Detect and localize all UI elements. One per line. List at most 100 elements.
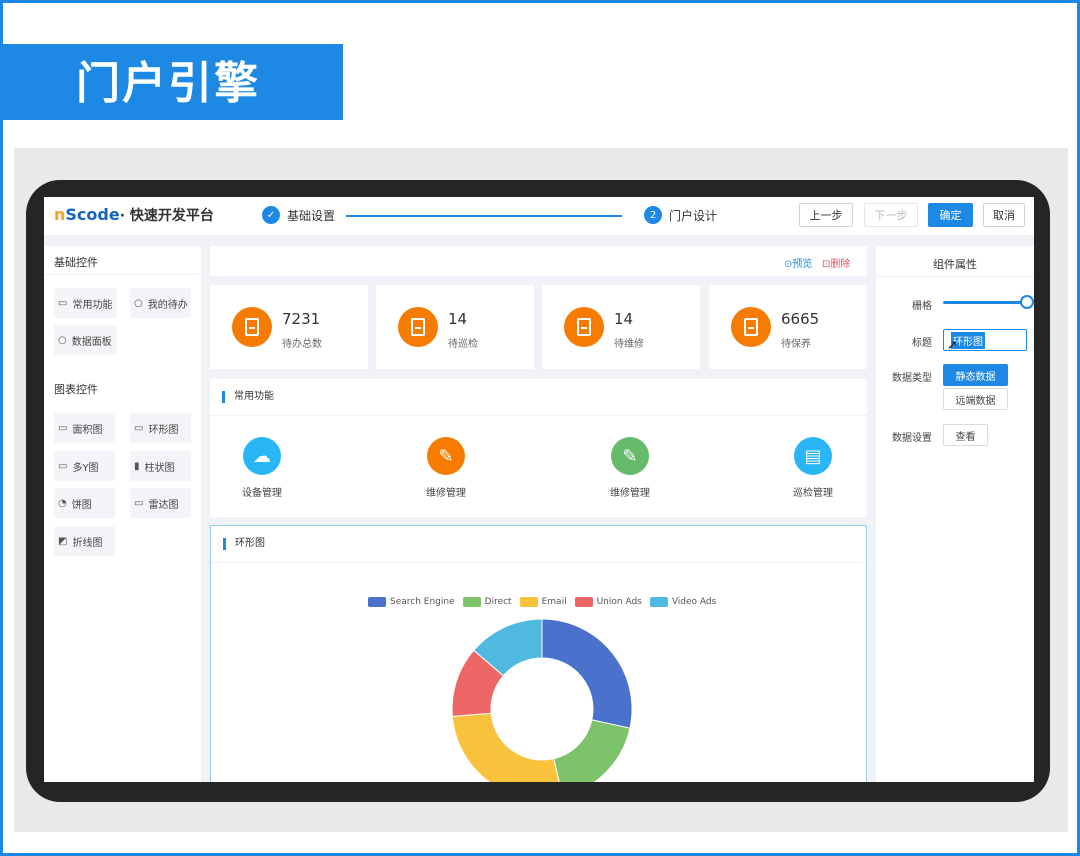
function-label: 巡检管理: [793, 488, 833, 499]
legend-swatch: [462, 597, 481, 607]
stat-card[interactable]: 6665 待保养: [709, 285, 867, 369]
control-my-todo[interactable]: ○ 我的待办: [130, 288, 191, 318]
control-label: 饼图: [71, 499, 92, 511]
pie-chart-icon: ◔: [58, 497, 67, 509]
divider: [44, 274, 201, 275]
chart-legend: Search Engine Direct Email Union Ads Video A…: [368, 597, 724, 607]
confirm-button[interactable]: 确定: [928, 203, 973, 227]
control-label: 雷达图: [148, 499, 179, 511]
circle-icon: ○: [58, 334, 67, 346]
chart-controls-title: 图表控件: [54, 383, 98, 396]
donut-chart: [451, 618, 633, 782]
function-inspection[interactable]: ▤ 巡检管理: [773, 437, 853, 499]
control-donut-chart[interactable]: ▭ 环形图: [130, 413, 191, 443]
grid-label: 栅格: [912, 301, 932, 312]
step-portal-design[interactable]: 2 门户设计: [644, 206, 717, 224]
control-common-functions[interactable]: ▭ 常用功能: [54, 288, 117, 318]
divider: [210, 415, 867, 416]
step-basic-settings[interactable]: ✓ 基础设置: [262, 206, 335, 224]
step-label: 门户设计: [669, 208, 718, 223]
monitor-icon: ▭: [58, 460, 68, 472]
banner-title: 门户引擎: [76, 58, 260, 109]
control-label: 数据面板: [71, 336, 112, 348]
next-step-button[interactable]: 下一步: [864, 203, 918, 227]
basic-controls-title: 基础控件: [54, 256, 98, 269]
app-header: nScode· 快速开发平台 ✓ 基础设置 2 门户设计 上一步 下一步 确定 …: [44, 197, 1034, 235]
monitor-icon: ▭: [58, 422, 68, 434]
stat-value: 14: [448, 310, 468, 328]
stat-card[interactable]: 14 待巡检: [376, 285, 534, 369]
prev-step-button[interactable]: 上一步: [799, 203, 853, 227]
legend-item[interactable]: Email: [519, 597, 567, 607]
function-label: 维修管理: [426, 488, 466, 499]
grid-slider-track[interactable]: [943, 301, 1029, 304]
legend-item[interactable]: Direct: [462, 597, 512, 607]
app-logo: nScode· 快速开发平台: [54, 205, 214, 225]
canvas-toolbar: ⊙预览 ⊡删除: [210, 246, 867, 276]
monitor-icon: ▭: [58, 297, 68, 309]
control-pie-chart[interactable]: ◔ 饼图: [54, 488, 115, 518]
legend-swatch: [368, 597, 386, 607]
step-connector: [346, 215, 622, 217]
remote-data-button[interactable]: 远端数据: [943, 388, 1008, 410]
function-repair[interactable]: ✎ 维修管理: [590, 437, 670, 499]
stat-value: 14: [614, 310, 634, 328]
cancel-button[interactable]: 取消: [983, 203, 1025, 227]
wrench-icon: ✎: [427, 437, 465, 475]
function-maintenance[interactable]: ✎ 维修管理: [406, 437, 486, 499]
check-icon: ✓: [262, 206, 280, 224]
controls-panel: 基础控件 ▭ 常用功能 ○ 我的待办 ○ 数据面板 图表控件 ▭ 面积图 ▭ 环形图 ▭ 多…: [44, 246, 201, 782]
logo-text: Scode: [65, 205, 120, 224]
preview-link[interactable]: ⊙预览: [784, 255, 812, 270]
common-functions-panel[interactable]: 常用功能: [210, 379, 867, 517]
function-device-management[interactable]: ☁ 设备管理: [222, 437, 302, 499]
divider: [211, 562, 866, 563]
control-label: 柱状图: [144, 462, 175, 474]
step-number: 2: [644, 206, 662, 224]
control-label: 折线图: [72, 537, 103, 549]
logo-subtitle: · 快速开发平台: [119, 208, 214, 224]
monitor-icon: ▭: [134, 422, 144, 434]
stat-value: 7231: [282, 310, 321, 328]
cloud-icon: ☁: [243, 437, 281, 475]
control-line-chart[interactable]: ◩ 折线图: [54, 526, 115, 556]
grid-slider-handle[interactable]: [1020, 295, 1034, 309]
donut-slice[interactable]: [541, 618, 633, 729]
donut-slice[interactable]: [451, 712, 562, 782]
stat-label: 待巡检: [448, 339, 478, 350]
control-label: 常用功能: [72, 299, 113, 311]
legend-label: Email: [541, 597, 567, 607]
control-label: 面积图: [72, 424, 103, 436]
stat-card[interactable]: 14 待维修: [542, 285, 700, 369]
control-radar-chart[interactable]: ▭ 雷达图: [130, 488, 191, 518]
control-data-panel[interactable]: ○ 数据面板: [54, 325, 117, 355]
bar-chart-icon: ▮: [134, 460, 140, 472]
function-label: 维修管理: [610, 488, 650, 499]
delete-link[interactable]: ⊡删除: [822, 255, 850, 270]
control-multi-y-chart[interactable]: ▭ 多Y图: [54, 451, 115, 481]
legend-item[interactable]: Video Ads: [649, 597, 716, 607]
legend-swatch: [574, 597, 593, 607]
control-label: 多Y图: [72, 462, 99, 474]
legend-label: Direct: [484, 597, 512, 607]
legend-item[interactable]: Search Engine: [368, 597, 455, 607]
data-type-label: 数据类型: [892, 373, 932, 384]
stat-card[interactable]: 7231 待办总数: [210, 285, 368, 369]
legend-swatch: [649, 597, 668, 607]
mouse-cursor-icon: ➚: [947, 338, 958, 353]
legend-item[interactable]: Union Ads: [574, 597, 642, 607]
app-screen: nScode· 快速开发平台 ✓ 基础设置 2 门户设计 上一步 下一步 确定 …: [44, 197, 1034, 782]
control-bar-chart[interactable]: ▮ 柱状图: [130, 451, 191, 481]
document-icon: [564, 307, 604, 347]
stat-label: 待保养: [781, 339, 811, 350]
circle-icon: ○: [134, 297, 143, 309]
divider: [876, 276, 1034, 277]
wrench-icon: ✎: [611, 437, 649, 475]
view-button[interactable]: 查看: [943, 424, 988, 446]
control-area-chart[interactable]: ▭ 面积图: [54, 413, 115, 443]
donut-slice[interactable]: [553, 719, 631, 782]
static-data-button[interactable]: 静态数据: [943, 364, 1008, 386]
document-icon: [731, 307, 771, 347]
stat-label: 待维修: [614, 339, 644, 350]
legend-label: Search Engine: [390, 597, 455, 607]
